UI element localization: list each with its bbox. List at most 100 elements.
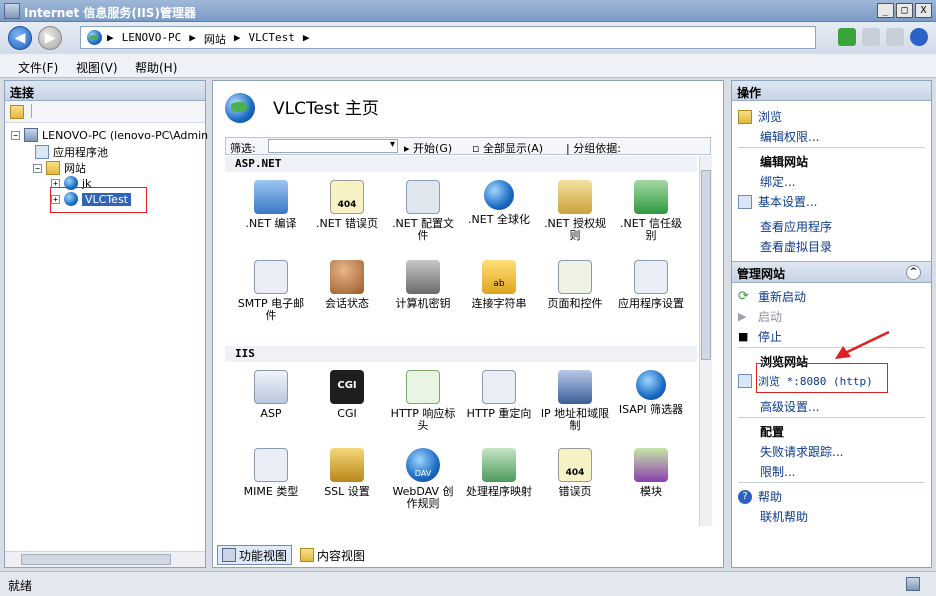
breadcrumb: ▶ LENOVO-PC ▶ 网站 ▶ VLCTest ▶ — [107, 31, 309, 47]
action-limits[interactable]: 限制... — [760, 463, 795, 480]
configure-heading: 配置 — [760, 425, 785, 439]
action-view-virtual-dirs[interactable]: 查看虚拟目录 — [760, 238, 832, 255]
settings-icon — [738, 194, 752, 209]
tree-node-sites[interactable]: − 网站 — [33, 160, 86, 176]
start-button[interactable]: ▸ 开始(G) — [404, 140, 452, 156]
site-globe-icon — [225, 93, 255, 123]
connect-icon[interactable] — [10, 105, 24, 119]
action-stop[interactable]: ■ 停止 — [738, 328, 782, 345]
actions-title: 操作 — [732, 81, 931, 101]
stop-icon[interactable] — [862, 28, 880, 46]
feature-cgi[interactable]: CGI CGI — [311, 370, 383, 420]
cgi-icon: CGI — [330, 370, 364, 404]
filter-input[interactable] — [268, 139, 398, 153]
feature-pages-controls[interactable]: 页面和控件 — [539, 260, 611, 310]
restart-icon: ⟳ — [738, 288, 749, 304]
mime-types-icon — [254, 448, 288, 482]
address-row: ◀ ▶ ▶ LENOVO-PC ▶ 网站 ▶ VLCTest ▶ — [0, 22, 936, 54]
show-all-button[interactable]: ▫ 全部显示(A) — [472, 140, 543, 156]
action-help[interactable]: ? 帮助 — [738, 488, 782, 505]
back-button[interactable]: ◀ — [8, 26, 32, 50]
actions-panel: 操作 浏览 编辑权限... 编辑网站 绑定... 基本设置... 查看应用程序 … — [731, 80, 932, 568]
scroll-thumb[interactable] — [701, 170, 711, 360]
features-header: VLCTest 主页 — [213, 81, 723, 133]
action-browse[interactable]: 浏览 — [738, 108, 782, 125]
tree-node-app-pools[interactable]: 应用程序池 — [35, 144, 108, 160]
feature-ssl[interactable]: SSL 设置 — [311, 448, 383, 498]
feature-ip-restrictions[interactable]: IP 地址和域限制 — [539, 370, 611, 432]
feature-http-redirect[interactable]: HTTP 重定向 — [463, 370, 535, 420]
breadcrumb-site[interactable]: VLCTest — [248, 31, 294, 47]
tab-features-view[interactable]: 功能视图 — [217, 545, 293, 565]
action-view-applications[interactable]: 查看应用程序 — [760, 218, 832, 235]
collapse-button[interactable]: ^ — [906, 265, 921, 280]
feature-asp[interactable]: ASP — [235, 370, 307, 420]
feature-net-globalization[interactable]: .NET 全球化 — [463, 180, 535, 226]
scroll-thumb[interactable] — [21, 554, 171, 565]
feature-webdav[interactable]: DAV WebDAV 创作规则 — [387, 448, 459, 510]
feature-mime-types[interactable]: MIME 类型 — [235, 448, 307, 498]
feature-net-trust[interactable]: .NET 信任级别 — [615, 180, 687, 242]
vertical-scrollbar[interactable] — [699, 156, 712, 526]
start-label: 开始(G) — [413, 142, 453, 155]
action-restart[interactable]: ⟳ 重新启动 — [738, 288, 806, 305]
feature-net-authorization[interactable]: .NET 授权规则 — [539, 180, 611, 242]
address-toolbar — [838, 28, 928, 46]
collapse-icon[interactable]: − — [11, 130, 20, 140]
feature-handler-mappings[interactable]: 处理程序映射 — [463, 448, 535, 498]
feature-isapi-filters[interactable]: ISAPI 筛选器 — [615, 370, 687, 416]
folder-icon — [46, 161, 60, 175]
refresh-icon[interactable] — [838, 28, 856, 46]
annotation-highlight-box — [756, 363, 888, 393]
breadcrumb-separator: ▶ — [189, 31, 196, 44]
compile-icon — [254, 180, 288, 214]
feature-modules[interactable]: 模块 — [615, 448, 687, 498]
features-panel: VLCTest 主页 筛选: ▸ 开始(G) ▫ 全部显示(A) | 分组依据:… — [212, 80, 724, 568]
feature-app-settings[interactable]: 应用程序设置 — [615, 260, 687, 310]
maximize-button[interactable]: □ — [896, 3, 913, 18]
handler-mappings-icon — [482, 448, 516, 482]
feature-net-profile[interactable]: .NET 配置文件 — [387, 180, 459, 242]
tab-content-view[interactable]: 内容视图 — [296, 545, 369, 565]
action-start[interactable]: ▶ 启动 — [738, 308, 782, 325]
feature-session-state[interactable]: 会话状态 — [311, 260, 383, 310]
action-online-help[interactable]: 联机帮助 — [760, 508, 808, 525]
action-basic-settings[interactable]: 基本设置... — [738, 193, 817, 210]
feature-http-headers[interactable]: HTTP 响应标头 — [387, 370, 459, 432]
http-redirect-icon — [482, 370, 516, 404]
action-edit-permissions[interactable]: 编辑权限... — [760, 128, 819, 145]
feature-machine-key[interactable]: 计算机密钥 — [387, 260, 459, 310]
tree-node-server[interactable]: − LENOVO-PC (lenovo-PC\Admin — [11, 128, 208, 142]
home-icon[interactable] — [886, 28, 904, 46]
address-bar[interactable]: ▶ LENOVO-PC ▶ 网站 ▶ VLCTest ▶ — [80, 26, 816, 49]
close-button[interactable]: X — [915, 3, 932, 18]
menu-file[interactable]: 文件(F) — [18, 59, 58, 76]
stop-icon: ■ — [738, 329, 749, 343]
feature-net-error-pages[interactable]: 404 .NET 错误页 — [311, 180, 383, 230]
group-by-dropdown[interactable]: | 分组依据: — [566, 140, 621, 156]
feature-net-compile[interactable]: .NET 编译 — [235, 180, 307, 230]
collapse-icon[interactable]: − — [33, 163, 42, 173]
server-icon — [24, 128, 38, 142]
status-text: 就绪 — [8, 579, 33, 593]
menu-view[interactable]: 视图(V) — [76, 59, 118, 76]
action-failed-request-tracing[interactable]: 失败请求跟踪... — [760, 443, 843, 460]
show-all-label: 全部显示(A) — [482, 142, 544, 155]
minimize-button[interactable]: _ — [877, 3, 894, 18]
action-bindings[interactable]: 绑定... — [760, 173, 795, 190]
help-icon[interactable] — [910, 28, 928, 46]
feature-smtp[interactable]: SMTP 电子邮件 — [235, 260, 307, 322]
menu-help[interactable]: 帮助(H) — [135, 59, 177, 76]
window-controls: _ □ X — [877, 3, 932, 18]
action-advanced-settings[interactable]: 高级设置... — [760, 398, 819, 415]
breadcrumb-sites[interactable]: 网站 — [204, 31, 226, 47]
menu-bar: 文件(F) 视图(V) 帮助(H) — [0, 54, 936, 78]
edit-site-heading: 编辑网站 — [760, 155, 809, 169]
breadcrumb-server[interactable]: LENOVO-PC — [122, 31, 182, 47]
breadcrumb-separator: ▶ — [302, 31, 310, 44]
manage-site-title: 管理网站 — [737, 267, 786, 281]
feature-connection-strings[interactable]: ab 连接字符串 — [463, 260, 535, 310]
feature-error-pages[interactable]: 404 错误页 — [539, 448, 611, 498]
forward-button[interactable]: ▶ — [38, 26, 62, 50]
horizontal-scrollbar[interactable] — [5, 551, 205, 567]
